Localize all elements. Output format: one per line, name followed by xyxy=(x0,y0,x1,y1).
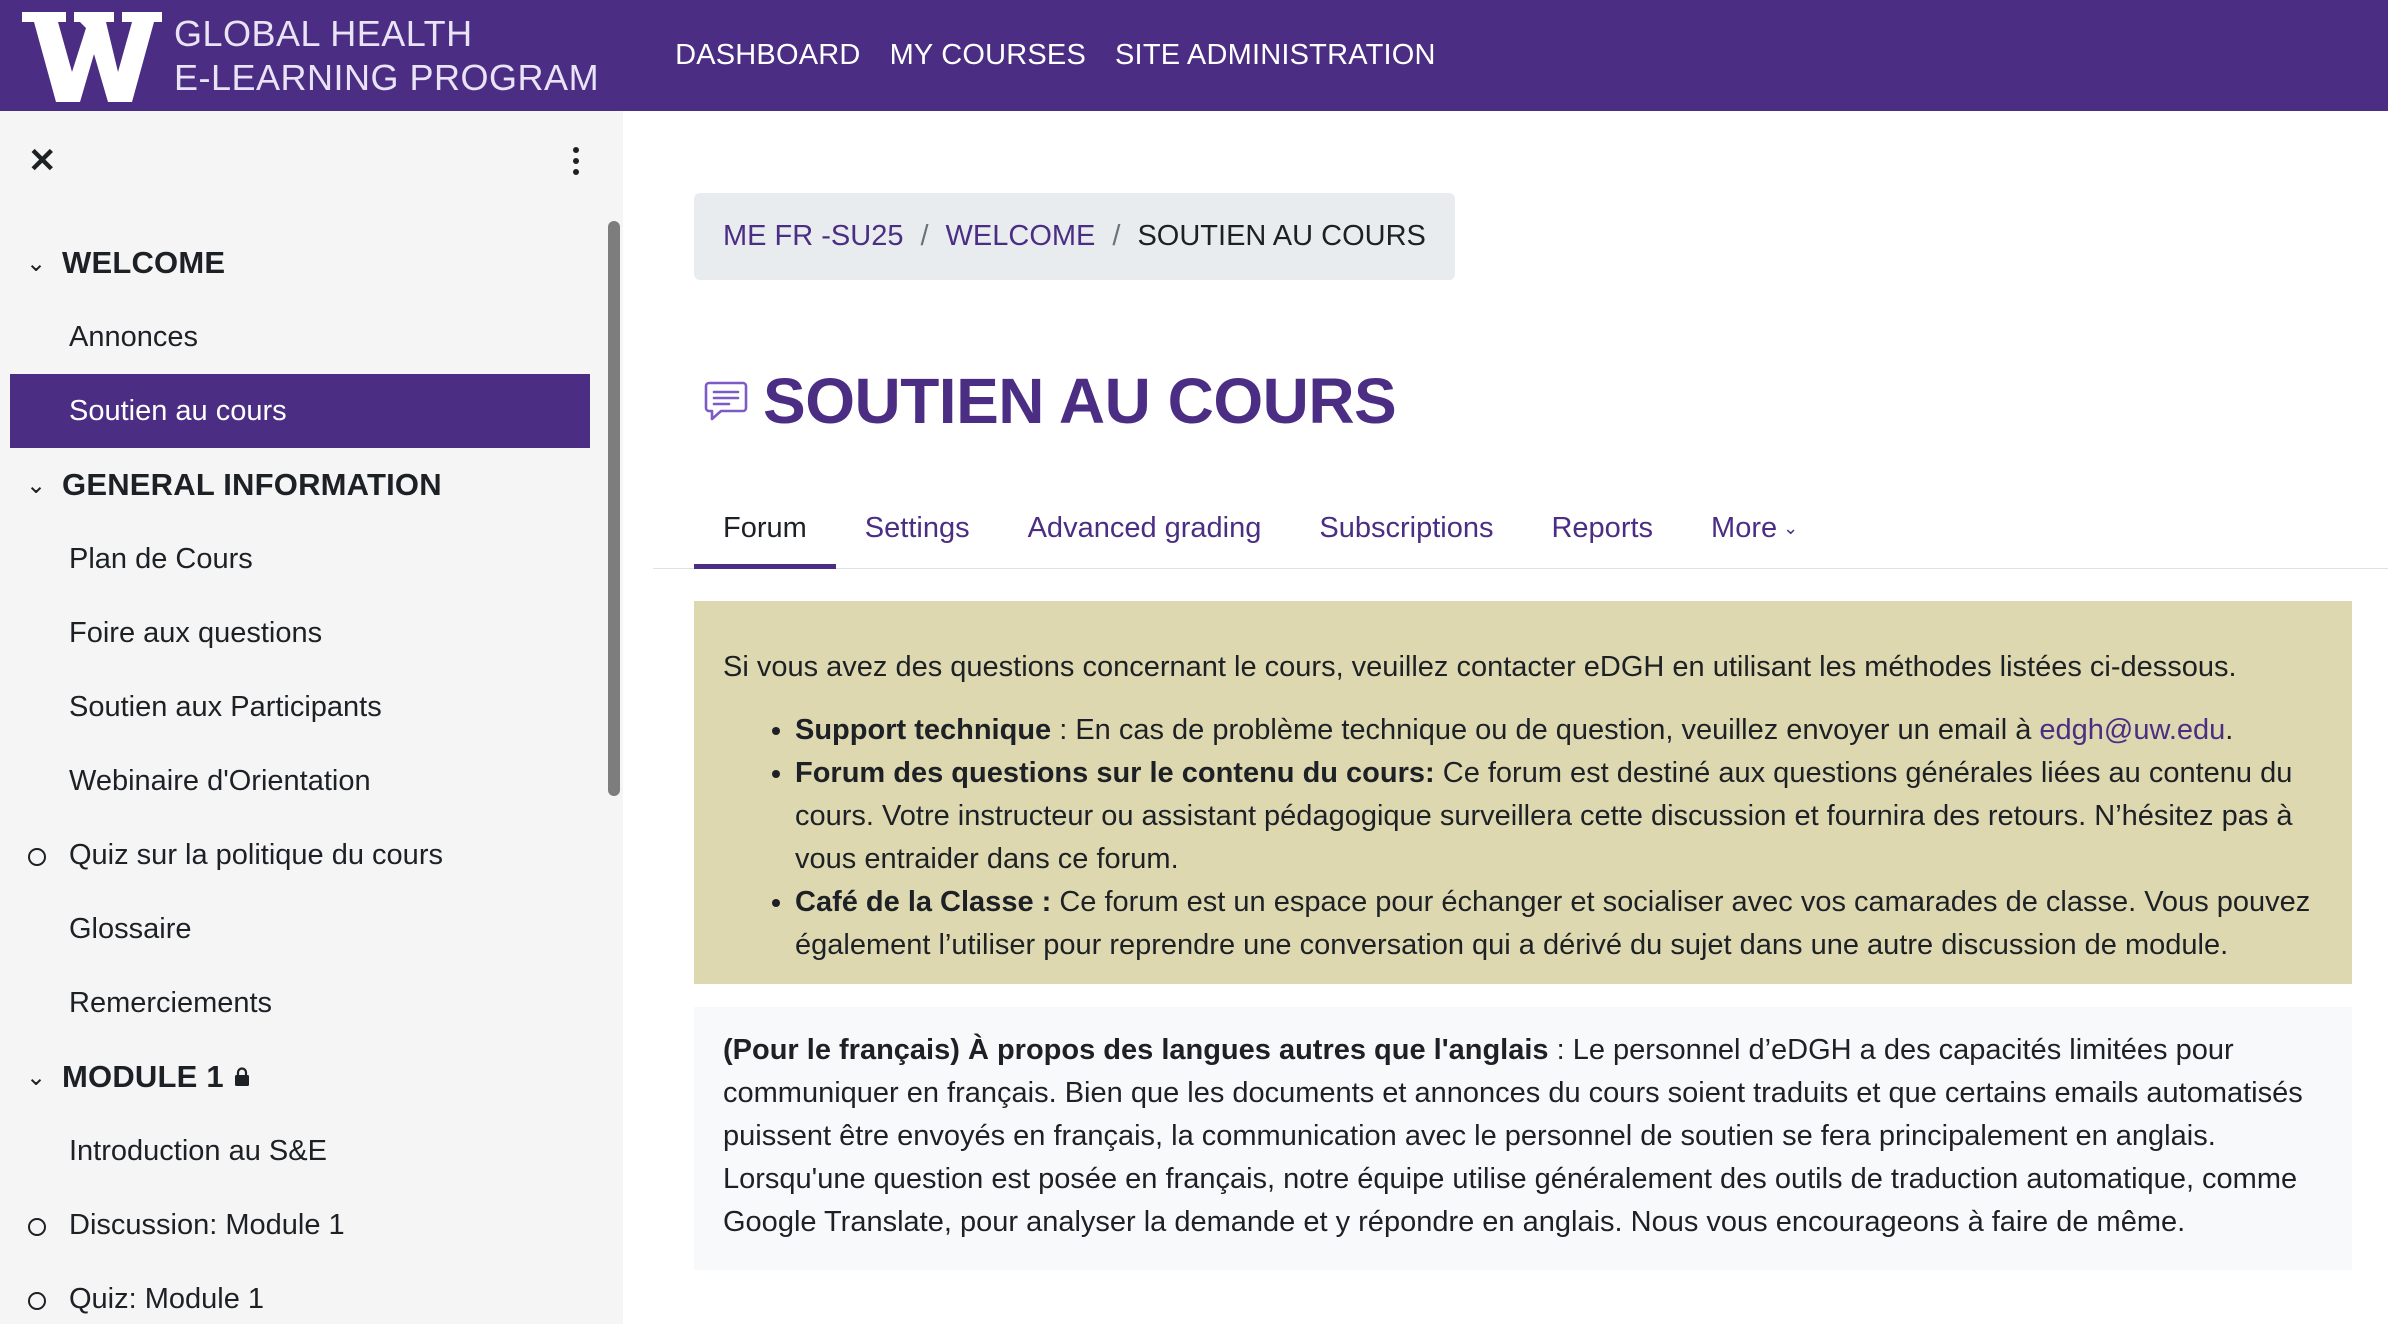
tab-advanced-grading[interactable]: Advanced grading xyxy=(999,488,1291,568)
course-item-label: Foire aux questions xyxy=(69,616,323,649)
section-welcome[interactable]: ⌄ WELCOME xyxy=(10,226,590,300)
course-item-soutien-au-cours[interactable]: Soutien au cours xyxy=(10,374,590,448)
section-title: MODULE 1 xyxy=(62,1059,224,1094)
close-icon[interactable]: ✕ xyxy=(28,141,57,181)
tab-more[interactable]: More ⌄ xyxy=(1682,488,1827,568)
tab-label: More xyxy=(1711,511,1778,544)
course-item-label: Annonces xyxy=(69,320,198,353)
course-item-label: Glossaire xyxy=(69,912,192,945)
breadcrumb-separator: / xyxy=(920,220,929,252)
section-title: WELCOME xyxy=(62,245,226,280)
primary-navigation: DASHBOARD MY COURSES SITE ADMINISTRATION xyxy=(675,39,1465,72)
course-item-discussion-module-1[interactable]: Discussion: Module 1 xyxy=(10,1188,590,1262)
completion-circle-icon xyxy=(28,848,46,866)
uw-logo-icon xyxy=(22,11,162,102)
list-item-title: Support technique xyxy=(795,714,1052,746)
breadcrumb-course[interactable]: ME FR -SU25 xyxy=(723,220,903,253)
course-item-remerciements[interactable]: Remerciements xyxy=(10,966,590,1040)
course-item-annonces[interactable]: Annonces xyxy=(10,300,590,374)
tab-reports[interactable]: Reports xyxy=(1522,488,1682,568)
course-item-introduction[interactable]: Introduction au S&E xyxy=(10,1114,590,1188)
course-item-plan-de-cours[interactable]: Plan de Cours xyxy=(10,522,590,596)
tab-label: Subscriptions xyxy=(1319,511,1494,544)
kebab-menu-icon[interactable] xyxy=(568,147,584,181)
list-item: Support technique : En cas de problème t… xyxy=(795,709,2323,752)
course-item-label: Discussion: Module 1 xyxy=(69,1208,345,1241)
completion-circle-icon xyxy=(28,1292,46,1310)
course-item-foire-aux-questions[interactable]: Foire aux questions xyxy=(10,596,590,670)
tab-label: Reports xyxy=(1551,511,1654,544)
course-item-label: Webinaire d'Orientation xyxy=(69,764,371,797)
tab-label: Settings xyxy=(864,511,970,544)
list-item: Café de la Classe : Ce forum est un espa… xyxy=(795,881,2323,967)
page-title: SOUTIEN AU COURS xyxy=(763,365,1397,437)
course-index-drawer: ✕ ⌄ WELCOME Annonces Soutien au cours ⌄ … xyxy=(0,111,623,1324)
nav-my-courses[interactable]: MY COURSES xyxy=(890,39,1086,72)
tab-settings[interactable]: Settings xyxy=(836,488,999,568)
course-item-label: Plan de Cours xyxy=(69,542,253,575)
site-name-line2: E-LEARNING PROGRAM xyxy=(174,56,600,98)
drawer-scrollbar[interactable] xyxy=(608,221,620,796)
language-note-title: (Pour le français) À propos des langues … xyxy=(723,1034,1549,1066)
course-item-label: Soutien au cours xyxy=(69,394,287,427)
nav-dashboard[interactable]: DASHBOARD xyxy=(675,39,861,72)
forum-icon xyxy=(704,381,748,421)
page-header: SOUTIEN AU COURS xyxy=(703,364,1397,438)
main-content: ME FR -SU25 / WELCOME / SOUTIEN AU COURS… xyxy=(623,111,2388,1324)
chevron-down-icon[interactable]: ⌄ xyxy=(10,471,62,500)
course-item-quiz-module-1[interactable]: Quiz: Module 1 xyxy=(10,1262,590,1324)
site-name: GLOBAL HEALTH E-LEARNING PROGRAM xyxy=(174,12,599,100)
section-module-1[interactable]: ⌄ MODULE 1 xyxy=(10,1040,590,1114)
course-item-label: Soutien aux Participants xyxy=(69,690,382,723)
list-item: Forum des questions sur le contenu du co… xyxy=(795,752,2323,881)
breadcrumb-section[interactable]: WELCOME xyxy=(946,220,1096,253)
tab-subscriptions[interactable]: Subscriptions xyxy=(1290,488,1522,568)
top-navbar: GLOBAL HEALTH E-LEARNING PROGRAM DASHBOA… xyxy=(0,0,2388,111)
tab-forum[interactable]: Forum xyxy=(694,488,836,569)
section-general-information[interactable]: ⌄ GENERAL INFORMATION xyxy=(10,448,590,522)
breadcrumb-current: SOUTIEN AU COURS xyxy=(1137,220,1426,252)
course-item-label: Remerciements xyxy=(69,986,273,1019)
secondary-navigation-tabs: Forum Settings Advanced grading Subscrip… xyxy=(653,488,2388,569)
support-methods-list: Support technique : En cas de problème t… xyxy=(723,709,2323,967)
lock-icon xyxy=(234,1067,249,1086)
forum-intro: Si vous avez des questions concernant le… xyxy=(694,601,2352,984)
course-item-label: Introduction au S&E xyxy=(69,1134,327,1167)
language-note: (Pour le français) À propos des langues … xyxy=(694,1007,2352,1270)
course-item-label: Quiz: Module 1 xyxy=(69,1282,265,1315)
list-item-title: Café de la Classe : xyxy=(795,886,1052,918)
tab-label: Advanced grading xyxy=(1027,511,1262,544)
site-name-line1: GLOBAL HEALTH xyxy=(174,12,473,54)
chevron-down-icon[interactable]: ⌄ xyxy=(10,1063,62,1092)
tab-label: Forum xyxy=(723,511,807,544)
course-item-glossaire[interactable]: Glossaire xyxy=(10,892,590,966)
chevron-down-icon: ⌄ xyxy=(1783,517,1799,538)
nav-site-administration[interactable]: SITE ADMINISTRATION xyxy=(1115,39,1436,72)
email-link[interactable]: edgh@uw.edu xyxy=(2039,714,2225,746)
course-item-webinaire[interactable]: Webinaire d'Orientation xyxy=(10,744,590,818)
breadcrumb: ME FR -SU25 / WELCOME / SOUTIEN AU COURS xyxy=(694,193,1455,280)
site-logo[interactable]: GLOBAL HEALTH E-LEARNING PROGRAM xyxy=(22,8,599,104)
chevron-down-icon[interactable]: ⌄ xyxy=(10,249,62,278)
course-item-soutien-aux-participants[interactable]: Soutien aux Participants xyxy=(10,670,590,744)
list-item-title: Forum des questions sur le contenu du co… xyxy=(795,757,1435,789)
course-index: ⌄ WELCOME Annonces Soutien au cours ⌄ GE… xyxy=(10,226,590,1324)
breadcrumb-separator: / xyxy=(1112,220,1121,252)
list-item-text: : En cas de problème technique ou de que… xyxy=(1051,714,2040,746)
completion-circle-icon xyxy=(28,1218,46,1236)
section-title: GENERAL INFORMATION xyxy=(62,467,442,502)
course-item-quiz-politique[interactable]: Quiz sur la politique du cours xyxy=(10,818,590,892)
course-item-label: Quiz sur la politique du cours xyxy=(69,838,443,871)
list-item-text-end: . xyxy=(2225,714,2234,746)
intro-lead: Si vous avez des questions concernant le… xyxy=(723,651,2237,683)
